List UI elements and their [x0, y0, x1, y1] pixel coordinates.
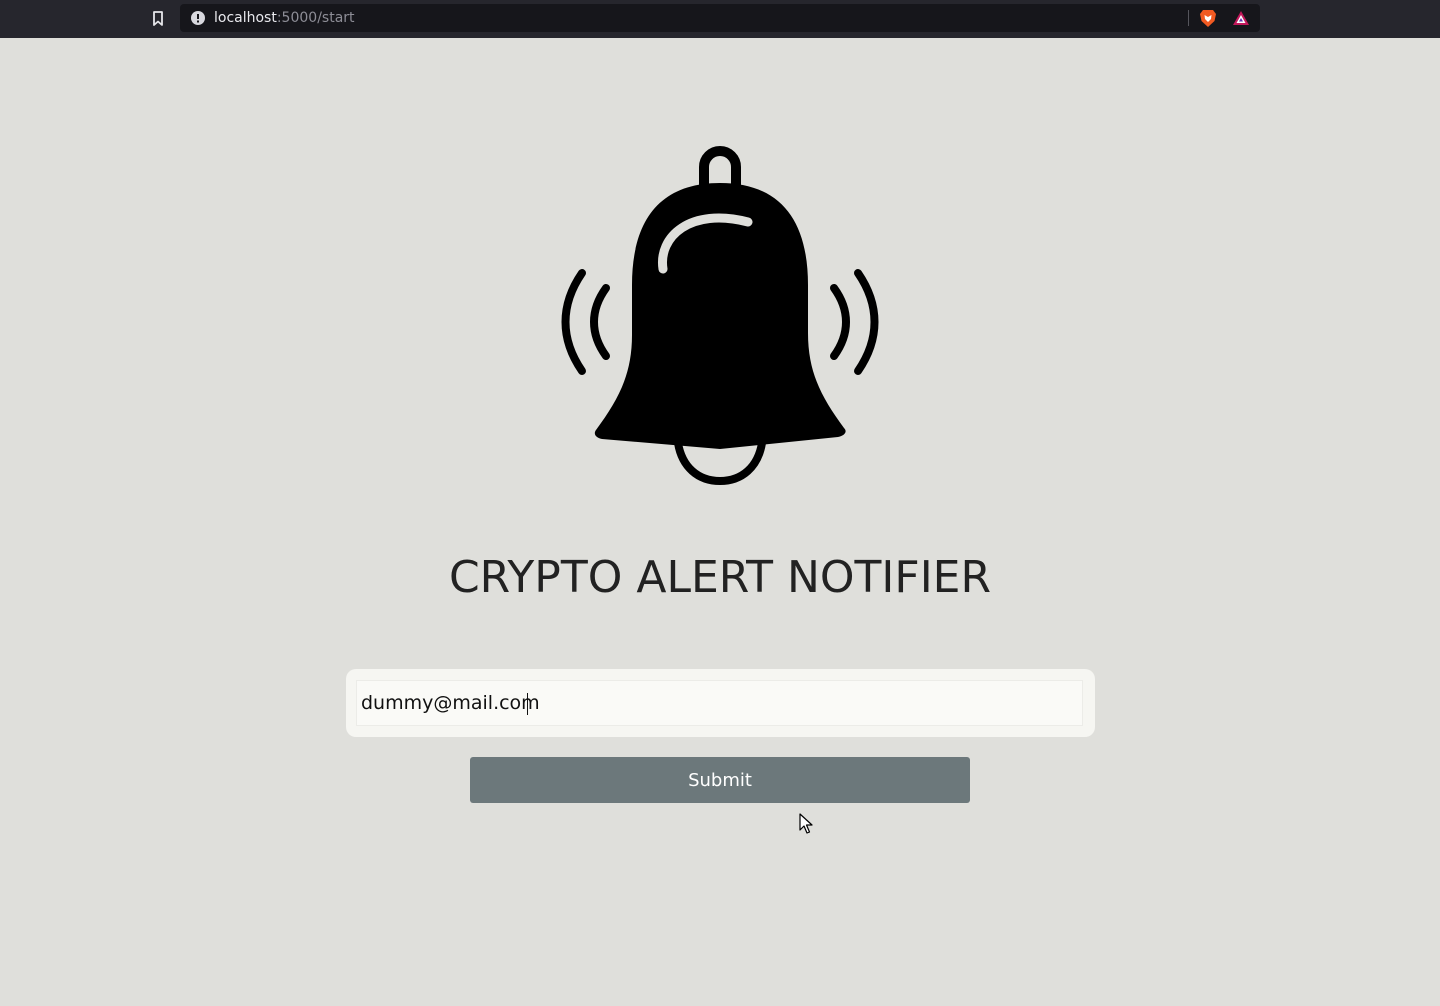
url-path: :5000/start [276, 10, 355, 26]
rewards-triangle-icon[interactable] [1232, 10, 1250, 26]
email-input-container [346, 669, 1095, 737]
browser-toolbar: localhost:5000/start [0, 0, 1440, 38]
bookmark-icon[interactable] [150, 10, 166, 28]
url-text: localhost:5000/start [214, 9, 355, 27]
text-caret [527, 693, 528, 715]
info-icon[interactable] [191, 11, 205, 25]
submit-button[interactable]: Submit [470, 757, 970, 803]
url-divider [1188, 10, 1189, 26]
email-input[interactable] [356, 680, 1083, 726]
ringing-bell-icon [561, 146, 879, 486]
address-bar[interactable]: localhost:5000/start [180, 4, 1260, 32]
page-title: CRYPTO ALERT NOTIFIER [448, 552, 992, 603]
mouse-cursor-icon [799, 813, 813, 834]
brave-lion-icon[interactable] [1199, 9, 1217, 28]
url-host: localhost [214, 10, 277, 26]
